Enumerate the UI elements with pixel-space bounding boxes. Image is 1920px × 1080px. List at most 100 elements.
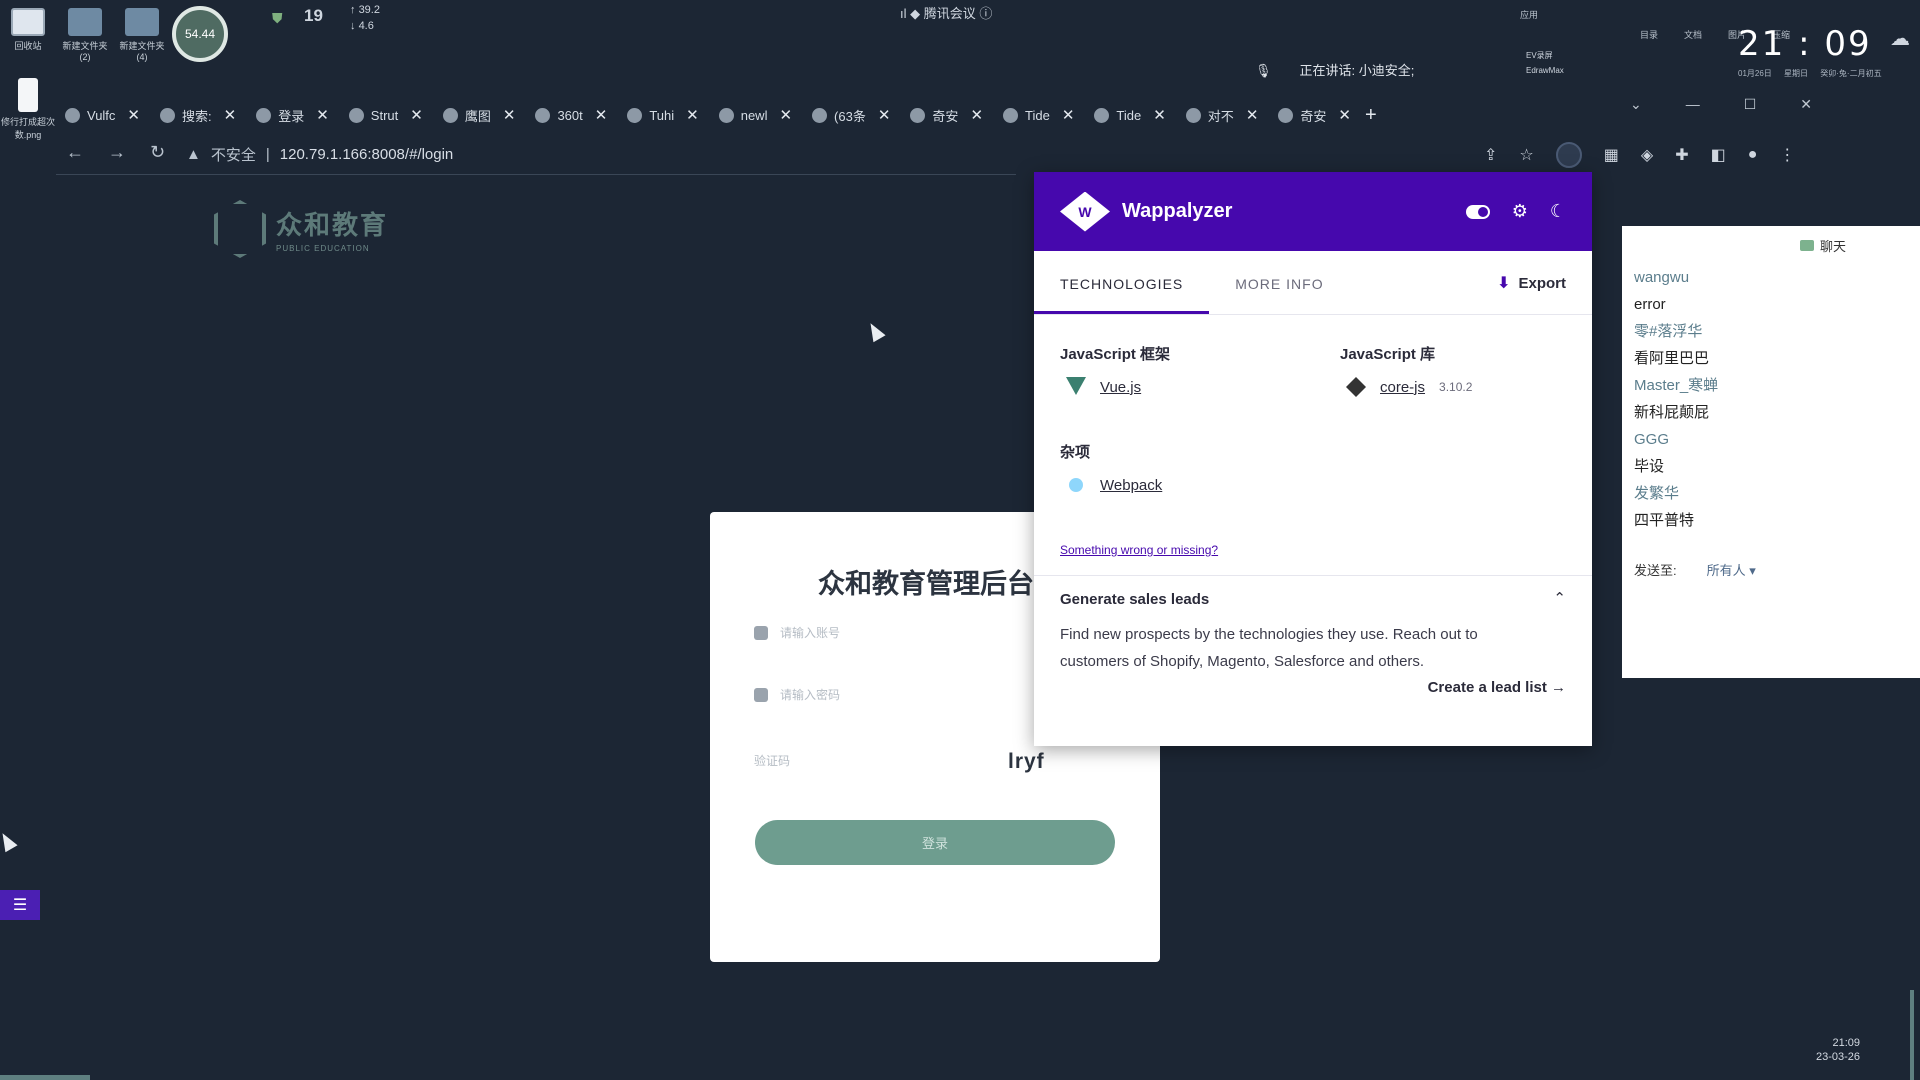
taskbar-time: 21:09 [1832, 1037, 1861, 1049]
sidepanel-icon[interactable]: ◧ [1711, 145, 1726, 165]
tab-login[interactable]: 登录 ✕ [256, 101, 329, 129]
puzzle-icon[interactable]: ✚ [1675, 145, 1688, 165]
tab-qianxin-2[interactable]: 奇安 ✕ [1278, 101, 1351, 129]
speaking-indicator: 🎙 正在讲话: 小迪安全; [1255, 60, 1414, 79]
tab-github-new[interactable]: newl ✕ [718, 101, 792, 129]
tab-label: 奇安 [1300, 108, 1327, 124]
close-icon[interactable]: ✕ [410, 106, 423, 124]
tab-tide-2[interactable]: Tide ✕ [1094, 101, 1166, 129]
desktop-icon-file[interactable]: 修行打成超次数.png [0, 78, 56, 141]
login-title: 众和教育管理后台 [818, 569, 1034, 599]
close-icon[interactable]: ✕ [503, 106, 516, 124]
vue-icon [1066, 377, 1086, 395]
tech-item[interactable]: core-js 3.10.2 [1346, 377, 1472, 397]
desktop-icon-folder-2[interactable]: 新建文件夹 (2) [57, 8, 113, 62]
wappalyzer-body: JavaScript 框架 Vue.js JavaScript 库 core-j… [1034, 315, 1592, 745]
address-bar[interactable]: ▲ 不安全 | 120.79.1.166:8008/#/login [186, 144, 453, 165]
tab-tide-1[interactable]: Tide ✕ [1003, 101, 1074, 129]
tab-technologies[interactable]: TECHNOLOGIES [1034, 276, 1210, 314]
share-icon[interactable]: ⇪ [1484, 145, 1497, 165]
tab-github-tuhi[interactable]: Tuhi ✕ [627, 101, 699, 129]
tech-item[interactable]: Webpack [1066, 475, 1162, 495]
tech-name: Vue.js [1100, 378, 1142, 396]
gear-icon[interactable]: ⚙ [1512, 201, 1528, 222]
username-placeholder: 请输入账号 [780, 626, 841, 640]
close-icon[interactable]: ✕ [224, 106, 237, 124]
maximize-icon[interactable]: ☐ [1744, 96, 1757, 113]
meeting-title: 腾讯会议 [923, 6, 976, 21]
desktop-icon-label: 新建文件夹 (2) [62, 41, 108, 62]
github-icon [718, 107, 734, 123]
logo-en: PUBLIC EDUCATION [276, 244, 370, 253]
create-lead-list-link[interactable]: Create a lead list → [1428, 679, 1566, 696]
tab-favicon [348, 107, 364, 123]
forward-icon[interactable]: → [108, 142, 126, 163]
network-monitor-value: 54.44 [184, 27, 216, 41]
close-icon[interactable]: ✕ [686, 106, 699, 124]
chat-item: error [1634, 296, 1666, 313]
shield-icon [1185, 107, 1201, 123]
moon-icon[interactable]: ☾ [1550, 201, 1566, 222]
chat-item: Master_寒蝉 [1634, 377, 1719, 394]
tab-more-info[interactable]: MORE INFO [1209, 276, 1349, 314]
close-icon[interactable]: ✕ [595, 106, 608, 124]
minimize-icon[interactable]: — [1686, 96, 1700, 113]
reload-icon[interactable]: ↻ [150, 142, 165, 163]
category-js-library: JavaScript 库 [1340, 346, 1436, 363]
tab-360[interactable]: 360t ✕ [535, 101, 607, 129]
desktop-icon-recycle-bin[interactable]: 回收站 [0, 8, 56, 52]
close-icon[interactable]: ✕ [316, 106, 329, 124]
close-icon[interactable]: ✕ [779, 106, 792, 124]
meeting-indicator[interactable]: ıl ◆ 腾讯会议 ⓘ [900, 3, 992, 22]
signal-icon: ıl ◆ [900, 6, 924, 21]
tab-vulfocus[interactable]: Vulfc ✕ [65, 101, 140, 129]
tray-item[interactable]: 文档 [1684, 28, 1702, 41]
close-icon[interactable]: ✕ [127, 106, 140, 124]
captcha-field[interactable]: 验证码 [754, 752, 974, 769]
logo-cn: 众和教育 [276, 210, 389, 240]
tab-63[interactable]: (63条 ✕ [812, 101, 890, 129]
tray-item[interactable]: 目录 [1640, 28, 1658, 41]
tab-hunter[interactable]: 鹰图 ✕ [442, 101, 516, 129]
login-button[interactable]: 登录 [755, 820, 1115, 865]
side-menu-button[interactable]: ☰ [0, 890, 40, 920]
qr-icon[interactable]: ▦ [1604, 145, 1619, 165]
tab-search[interactable]: 搜索: ✕ [160, 101, 236, 129]
close-icon[interactable]: ✕ [1338, 106, 1351, 124]
close-icon[interactable]: ✕ [970, 106, 983, 124]
tray-edraw-label[interactable]: EdrawMax [1526, 66, 1564, 75]
close-icon[interactable]: ✕ [878, 106, 891, 124]
taskbar-date: 23-03-26 [1816, 1051, 1861, 1063]
menu-icon[interactable]: ⋮ [1779, 145, 1795, 165]
tab-sorry[interactable]: 对不 ✕ [1185, 101, 1259, 129]
tab-label: (63条 [834, 108, 866, 124]
extension-badge-icon[interactable] [1555, 142, 1582, 168]
desktop-icon-folder-4[interactable]: 新建文件夹 (4) [114, 8, 170, 62]
tech-item[interactable]: Vue.js [1066, 377, 1141, 397]
toggle-icon[interactable] [1465, 204, 1490, 219]
tab-qianxin-1[interactable]: 奇安 ✕ [910, 101, 983, 129]
close-icon[interactable]: ✕ [1062, 106, 1075, 124]
new-tab-button[interactable]: + [1365, 104, 1377, 127]
export-button[interactable]: ⬇ Export [1497, 273, 1566, 293]
send-target-select[interactable]: 所有人 ▾ [1707, 560, 1756, 579]
tab-struts[interactable]: Strut ✕ [348, 101, 423, 129]
close-icon[interactable]: ✕ [1800, 96, 1812, 113]
net-up: ↑ 39.2 [350, 4, 380, 16]
wappalyzer-ext-icon[interactable]: ◈ [1641, 145, 1653, 165]
star-icon[interactable]: ☆ [1519, 145, 1533, 165]
chat-item: 看阿里巴巴 [1634, 350, 1710, 367]
close-icon[interactable]: ✕ [1153, 106, 1166, 124]
chevron-down-icon[interactable]: ⌄ [1630, 96, 1642, 113]
back-icon[interactable]: ← [66, 142, 84, 163]
tray-ev-label[interactable]: EV录屏 [1526, 50, 1553, 61]
profile-icon[interactable]: ● [1748, 146, 1758, 164]
network-monitor[interactable]: 54.44 [172, 6, 228, 62]
captcha-image[interactable]: lryf [1008, 750, 1045, 774]
close-icon[interactable]: ✕ [1246, 106, 1259, 124]
something-wrong-link[interactable]: Something wrong or missing? [1060, 543, 1218, 557]
chevron-up-icon[interactable]: ⌃ [1553, 589, 1566, 607]
github-icon [627, 107, 643, 123]
browser-toolbar: ⇪ ☆ ▦ ◈ ✚ ◧ ● ⋮ [1484, 142, 1795, 168]
speaking-text: 正在讲话: 小迪安全; [1299, 63, 1415, 78]
